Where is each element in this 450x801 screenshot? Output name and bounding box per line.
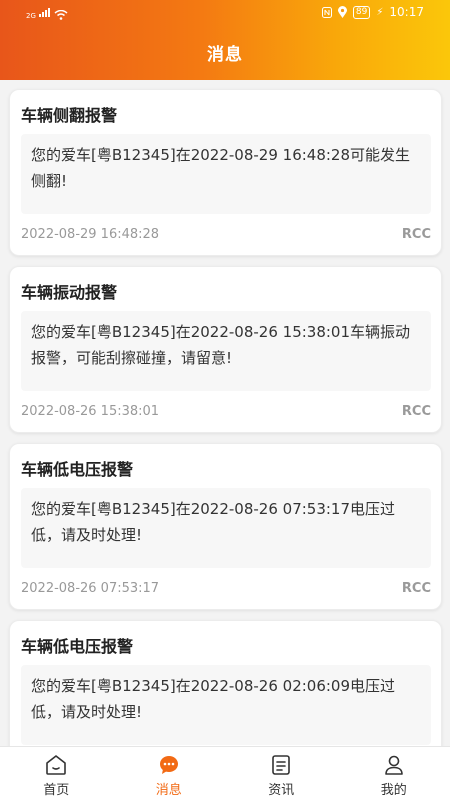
news-icon [269, 753, 293, 777]
location-icon [338, 6, 347, 18]
battery-icon: 89 [353, 6, 370, 19]
message-source: RCC [402, 581, 431, 596]
message-title: 车辆侧翻报警 [21, 102, 117, 126]
message-title: 车辆低电压报警 [21, 633, 133, 657]
wifi-icon [54, 10, 68, 20]
message-card[interactable]: 车辆振动报警 您的爱车[粤B12345]在2022-08-26 15:38:01… [9, 266, 442, 433]
signal-indicator: 2G [26, 6, 68, 20]
tab-label: 消息 [156, 779, 182, 798]
message-body: 您的爱车[粤B12345]在2022-08-26 07:53:17电压过低，请及… [21, 488, 431, 556]
message-body-box: 您的爱车[粤B12345]在2022-08-26 07:53:17电压过低，请及… [21, 488, 431, 568]
status-bar: 2G 89 ⚡ 10:17 [0, 0, 450, 24]
message-body: 您的爱车[粤B12345]在2022-08-26 02:06:09电压过低，请及… [21, 665, 431, 733]
message-card[interactable]: 车辆侧翻报警 您的爱车[粤B12345]在2022-08-29 16:48:28… [9, 89, 442, 256]
message-source: RCC [402, 404, 431, 419]
message-time: 2022-08-29 16:48:28 [21, 227, 159, 242]
signal-bars-icon [39, 6, 51, 20]
clock: 10:17 [389, 5, 424, 19]
tab-label: 我的 [381, 779, 407, 798]
profile-icon [382, 753, 406, 777]
bottom-tab-bar: 首页 消息 资讯 我的 [0, 746, 450, 801]
message-time: 2022-08-26 07:53:17 [21, 581, 159, 596]
tab-label: 首页 [43, 779, 69, 798]
tab-messages[interactable]: 消息 [113, 747, 226, 801]
message-time: 2022-08-26 15:38:01 [21, 404, 159, 419]
nfc-icon [322, 7, 332, 18]
message-title: 车辆低电压报警 [21, 456, 133, 480]
message-icon [157, 753, 181, 777]
status-right: 89 ⚡ 10:17 [322, 5, 424, 19]
tab-news[interactable]: 资讯 [225, 747, 338, 801]
tab-profile[interactable]: 我的 [338, 747, 450, 801]
message-card[interactable]: 车辆低电压报警 您的爱车[粤B12345]在2022-08-26 02:06:0… [9, 620, 442, 746]
message-body-box: 您的爱车[粤B12345]在2022-08-26 02:06:09电压过低，请及… [21, 665, 431, 745]
message-source: RCC [402, 227, 431, 242]
message-body: 您的爱车[粤B12345]在2022-08-26 15:38:01车辆振动报警，… [21, 311, 431, 379]
network-type: 2G [26, 12, 36, 20]
tab-home[interactable]: 首页 [0, 747, 113, 801]
tab-label: 资讯 [268, 779, 294, 798]
charging-icon: ⚡ [376, 7, 383, 18]
page-title: 消息 [0, 40, 450, 65]
home-icon [44, 753, 68, 777]
message-body-box: 您的爱车[粤B12345]在2022-08-29 16:48:28可能发生侧翻! [21, 134, 431, 214]
message-body-box: 您的爱车[粤B12345]在2022-08-26 15:38:01车辆振动报警，… [21, 311, 431, 391]
message-list[interactable]: 车辆侧翻报警 您的爱车[粤B12345]在2022-08-29 16:48:28… [0, 86, 450, 746]
message-title: 车辆振动报警 [21, 279, 117, 303]
header-bar: 2G 89 ⚡ 10:17 消息 [0, 0, 450, 80]
message-card[interactable]: 车辆低电压报警 您的爱车[粤B12345]在2022-08-26 07:53:1… [9, 443, 442, 610]
message-body: 您的爱车[粤B12345]在2022-08-29 16:48:28可能发生侧翻! [21, 134, 431, 202]
